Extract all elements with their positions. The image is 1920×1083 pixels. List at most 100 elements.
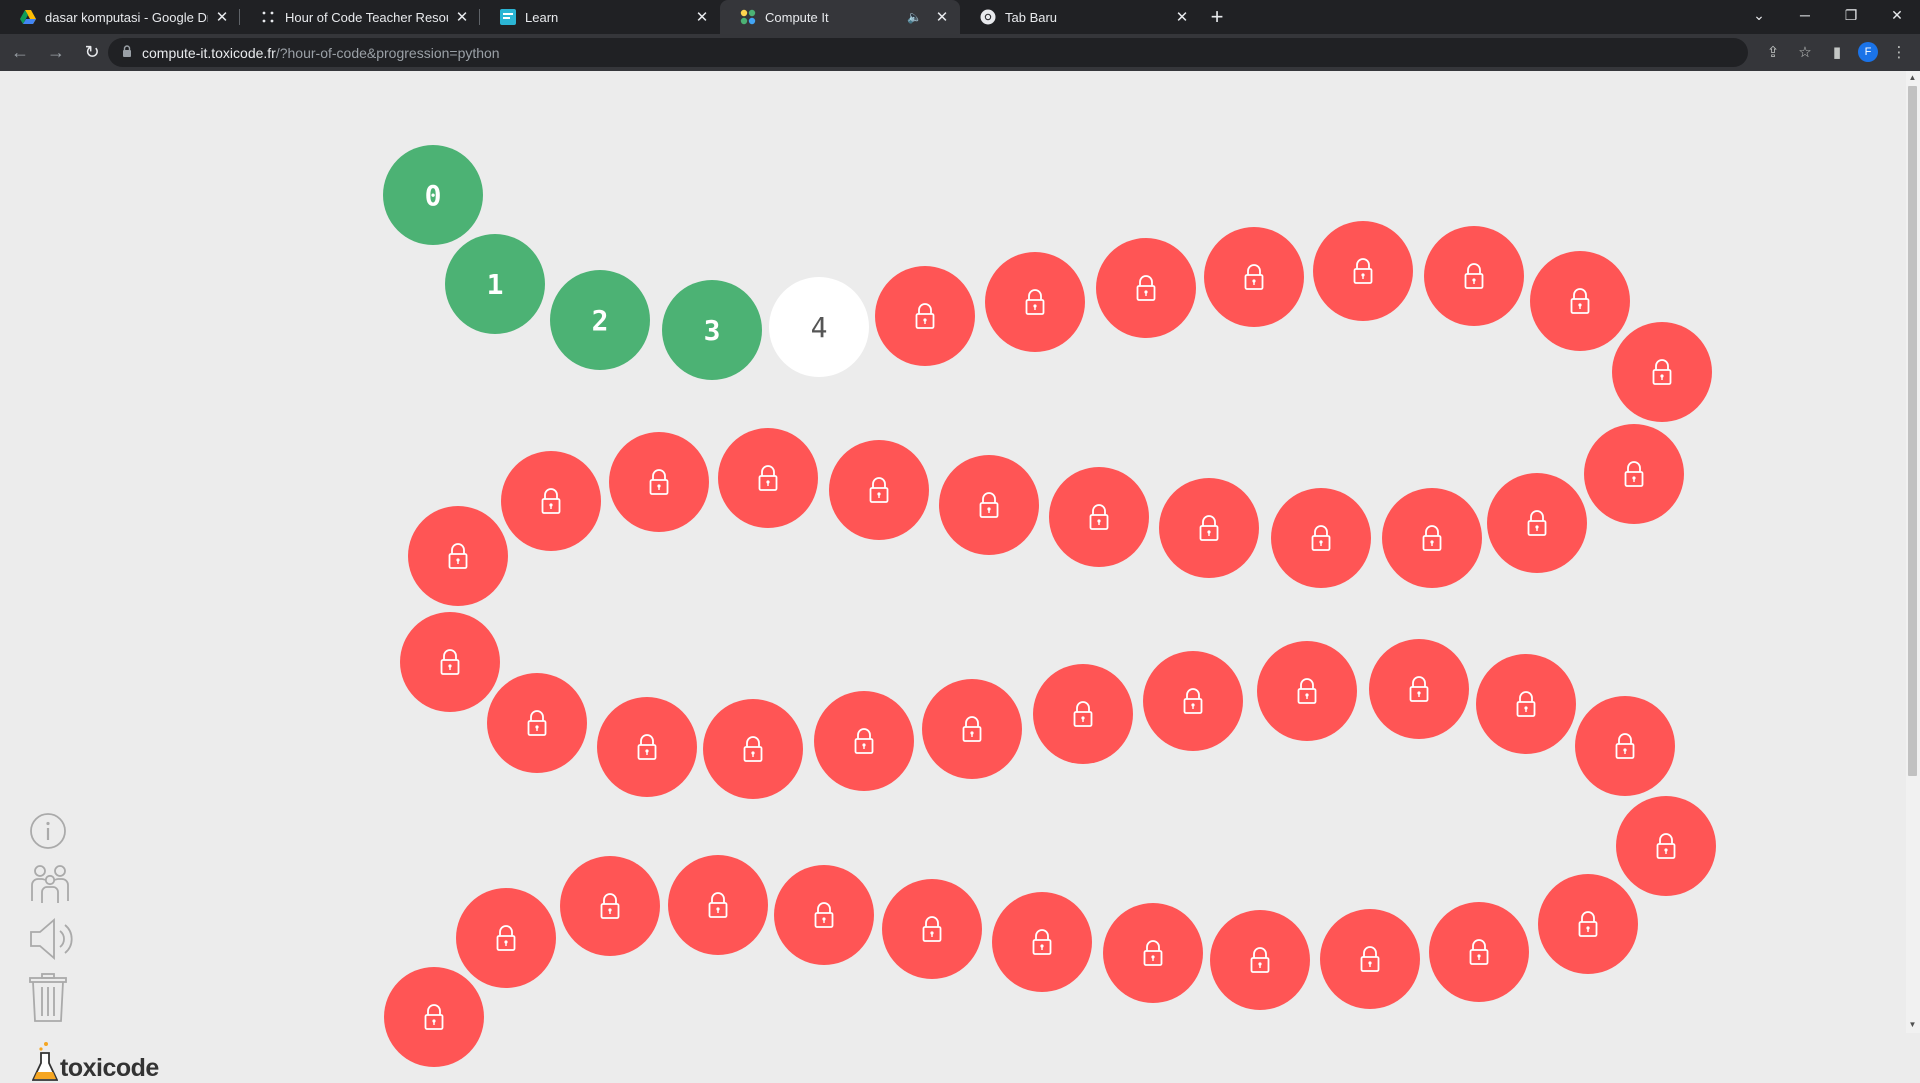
- minimize-button[interactable]: ─: [1782, 0, 1828, 30]
- google-drive-icon: [20, 9, 36, 25]
- lock-icon: [637, 734, 657, 760]
- scroll-down-arrow[interactable]: ▼: [1908, 1020, 1917, 1030]
- level-node-locked: [408, 506, 508, 606]
- lock-icon: [496, 925, 516, 951]
- restore-button[interactable]: ❐: [1828, 0, 1874, 30]
- level-node-locked: [1271, 488, 1371, 588]
- level-node-locked: [1612, 322, 1712, 422]
- level-node-current[interactable]: 4: [769, 277, 869, 377]
- level-node-locked: [487, 673, 587, 773]
- people-icon[interactable]: [28, 863, 72, 905]
- reload-button[interactable]: ↻: [76, 37, 108, 69]
- close-icon[interactable]: ✕: [934, 8, 950, 26]
- lock-icon: [1025, 289, 1045, 315]
- level-node-locked: [1382, 488, 1482, 588]
- level-node-locked: [1033, 664, 1133, 764]
- logo-text: toxicode: [60, 1054, 159, 1082]
- lock-icon: [1250, 947, 1270, 973]
- level-node-locked: [1257, 641, 1357, 741]
- level-node-completed[interactable]: 0: [383, 145, 483, 245]
- level-node-locked: [1320, 909, 1420, 1009]
- level-node-locked: [1049, 467, 1149, 567]
- level-node-locked: [1204, 227, 1304, 327]
- tab-tab-baru[interactable]: Tab Baru ✕: [960, 0, 1200, 34]
- toxicode-logo[interactable]: toxicode: [32, 1041, 159, 1083]
- url-path: /?hour-of-code&progression=python: [275, 44, 500, 61]
- trash-icon[interactable]: [28, 973, 68, 1023]
- level-node-locked: [1476, 654, 1576, 754]
- back-button[interactable]: ←: [4, 37, 36, 69]
- window-controls: ⌄ ─ ❐ ✕: [1736, 0, 1920, 30]
- tab-hour-of-code[interactable]: Hour of Code Teacher Resources ✕: [240, 0, 480, 34]
- tab-title: dasar komputasi - Google Drive: [45, 9, 208, 25]
- level-map: 01234 toxicode: [0, 71, 1920, 1082]
- lock-icon: [541, 488, 561, 514]
- level-node-locked: [1429, 902, 1529, 1002]
- forward-button[interactable]: →: [40, 37, 72, 69]
- scroll-up-arrow[interactable]: ▲: [1908, 73, 1917, 83]
- sound-icon[interactable]: [28, 917, 76, 961]
- lock-icon: [979, 492, 999, 518]
- speaker-icon[interactable]: 🔈: [907, 10, 922, 24]
- level-node-locked: [400, 612, 500, 712]
- tab-compute-it[interactable]: Compute It 🔈 ✕: [720, 0, 960, 34]
- browser-tab-bar: dasar komputasi - Google Drive ✕ Hour of…: [0, 0, 1920, 34]
- close-icon[interactable]: ✕: [1174, 8, 1190, 26]
- lock-icon: [1527, 510, 1547, 536]
- lock-icon: [1652, 359, 1672, 385]
- side-panel-icon[interactable]: ▮: [1826, 38, 1848, 66]
- level-node-locked: [456, 888, 556, 988]
- level-node-completed[interactable]: 2: [550, 270, 650, 370]
- tab-search-icon[interactable]: ⌄: [1736, 0, 1782, 30]
- browser-toolbar: ← → ↻ compute-it.toxicode.fr /?hour-of-c…: [0, 34, 1920, 71]
- lock-icon: [440, 649, 460, 675]
- tab-title: Hour of Code Teacher Resources: [285, 9, 448, 25]
- lock-icon: [1615, 733, 1635, 759]
- address-bar[interactable]: compute-it.toxicode.fr /?hour-of-code&pr…: [108, 38, 1748, 67]
- lock-icon: [758, 465, 778, 491]
- window-close-button[interactable]: ✕: [1874, 0, 1920, 30]
- lock-icon: [1624, 461, 1644, 487]
- lock-icon: [814, 902, 834, 928]
- lock-icon: [1409, 676, 1429, 702]
- level-node-locked: [939, 455, 1039, 555]
- level-node-locked: [992, 892, 1092, 992]
- level-node-locked: [1143, 651, 1243, 751]
- lock-icon: [424, 1004, 444, 1030]
- level-node-locked: [1103, 903, 1203, 1003]
- lock-icon[interactable]: [122, 45, 132, 60]
- lock-icon: [1183, 688, 1203, 714]
- close-icon[interactable]: ✕: [454, 8, 470, 26]
- tab-learn[interactable]: Learn ✕: [480, 0, 720, 34]
- side-menu: [28, 811, 76, 1035]
- code-org-icon: [260, 9, 276, 25]
- lock-icon: [1073, 701, 1093, 727]
- lock-icon: [1089, 504, 1109, 530]
- profile-avatar[interactable]: F: [1858, 42, 1878, 62]
- level-node-locked: [829, 440, 929, 540]
- chrome-icon: [980, 9, 996, 25]
- close-icon[interactable]: ✕: [214, 8, 230, 26]
- url-host: compute-it.toxicode.fr: [142, 44, 276, 61]
- scrollbar-thumb[interactable]: [1908, 86, 1917, 776]
- flask-icon: [32, 1042, 58, 1081]
- share-icon[interactable]: ⇪: [1762, 38, 1784, 66]
- lock-icon: [1464, 263, 1484, 289]
- new-tab-button[interactable]: +: [1200, 0, 1234, 34]
- menu-kebab-icon[interactable]: ⋮: [1888, 38, 1910, 66]
- lock-icon: [649, 469, 669, 495]
- close-icon[interactable]: ✕: [694, 8, 710, 26]
- level-node-completed[interactable]: 3: [662, 280, 762, 380]
- level-node-locked: [922, 679, 1022, 779]
- info-icon[interactable]: [28, 811, 68, 851]
- lock-icon: [962, 716, 982, 742]
- lock-icon: [869, 477, 889, 503]
- bookmark-star-icon[interactable]: ☆: [1794, 38, 1816, 66]
- level-node-locked: [609, 432, 709, 532]
- tab-title: Learn: [525, 9, 559, 25]
- lock-icon: [1360, 946, 1380, 972]
- level-node-locked: [875, 266, 975, 366]
- level-node-completed[interactable]: 1: [445, 234, 545, 334]
- tab-google-drive[interactable]: dasar komputasi - Google Drive ✕: [0, 0, 240, 34]
- level-node-locked: [814, 691, 914, 791]
